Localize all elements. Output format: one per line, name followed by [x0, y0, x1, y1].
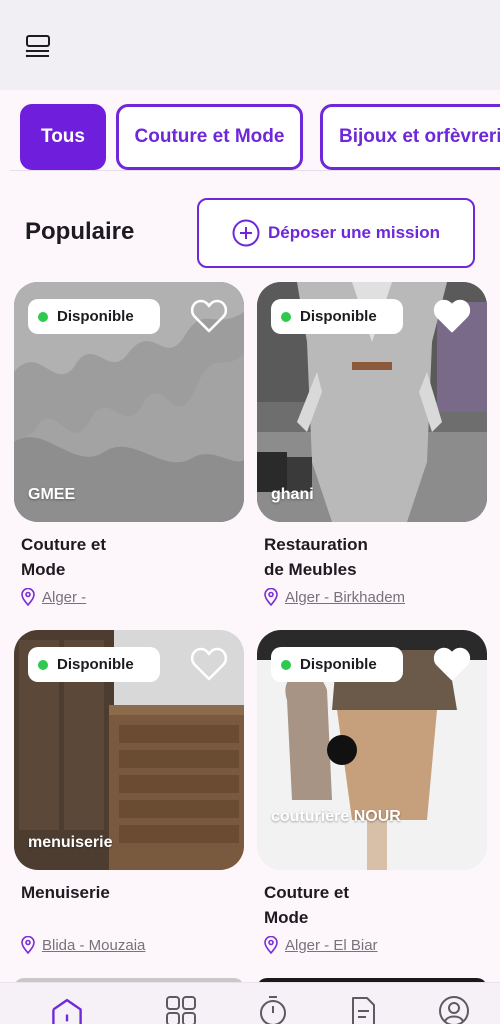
owner-name: ghani [271, 486, 314, 503]
available-dot-icon [281, 659, 291, 670]
heart-outline-icon[interactable] [190, 298, 228, 334]
location-text: Alger - El Biar [285, 936, 378, 954]
nav-document-icon[interactable] [346, 995, 380, 1024]
owner-name: GMEE [28, 486, 76, 503]
category-filter-bar: Tous Couture et Mode Bijoux et orfèvreri [0, 104, 500, 170]
artisan-card[interactable]: Disponible menuiserie Menuiserie Blida -… [14, 630, 244, 970]
location-text: Alger - Birkhadem [285, 588, 406, 606]
card-location[interactable]: Alger - El Biar [263, 936, 378, 954]
artisan-card[interactable]: Disponible ghani Restauration de Meubles… [257, 282, 487, 622]
post-mission-button[interactable]: Déposer une mission [197, 198, 475, 268]
location-pin-icon [21, 936, 35, 954]
status-badge: Disponible [28, 647, 160, 682]
status-label: Disponible [300, 656, 377, 673]
heart-filled-icon[interactable] [433, 646, 471, 682]
bottom-navigation [0, 982, 500, 1024]
nav-home-icon[interactable] [50, 995, 84, 1024]
card-image: Disponible couturière NOUR [257, 630, 487, 870]
location-pin-icon [264, 936, 278, 954]
owner-name: menuiserie [28, 834, 113, 851]
nav-timer-icon[interactable] [256, 995, 290, 1024]
owner-name: couturière NOUR [271, 808, 401, 825]
status-badge: Disponible [271, 299, 403, 334]
chip-bijoux-et-orfevrerie[interactable]: Bijoux et orfèvreri [320, 104, 500, 170]
post-mission-label: Déposer une mission [268, 223, 440, 242]
artisan-card[interactable]: Disponible GMEE Couture et Mode Alger - [14, 282, 244, 622]
card-title-line: de Meubles [264, 560, 357, 579]
card-title-line: Couture et [21, 535, 106, 554]
available-dot-icon [38, 659, 48, 670]
chip-couture-et-mode[interactable]: Couture et Mode [116, 104, 303, 170]
add-circle-icon [232, 219, 260, 247]
heart-filled-icon[interactable] [433, 298, 471, 334]
card-image: Disponible ghani [257, 282, 487, 522]
card-title: Couture et Mode [21, 532, 181, 582]
divider [10, 170, 500, 171]
location-text: Blida - Mouzaia [42, 936, 146, 954]
card-title-line: Couture et [264, 883, 349, 902]
menu-list-icon[interactable] [22, 31, 54, 63]
card-title-line: Restauration [264, 535, 368, 554]
card-image: Disponible GMEE [14, 282, 244, 522]
artisan-card[interactable]: Disponible couturière NOUR Couture et Mo… [257, 630, 487, 970]
section-title: Populaire [25, 218, 135, 245]
card-title-line: Mode [21, 560, 66, 579]
card-title-line: Menuiserie [21, 883, 110, 902]
heart-outline-icon[interactable] [190, 646, 228, 682]
location-text: Alger - [42, 588, 87, 606]
nav-grid-icon[interactable] [164, 995, 198, 1024]
card-title: Couture et Mode [264, 880, 424, 930]
card-title: Restauration de Meubles [264, 532, 424, 582]
location-pin-icon [264, 588, 278, 606]
top-app-bar [0, 0, 500, 90]
available-dot-icon [281, 311, 291, 322]
status-label: Disponible [57, 656, 134, 673]
status-badge: Disponible [28, 299, 160, 334]
card-title: Menuiserie [21, 880, 181, 905]
chip-tous[interactable]: Tous [20, 104, 106, 170]
card-location[interactable]: Alger - Birkhadem [263, 588, 405, 606]
card-location[interactable]: Alger - [20, 588, 86, 606]
nav-profile-icon[interactable] [437, 995, 471, 1024]
card-title-line: Mode [264, 908, 309, 927]
status-badge: Disponible [271, 647, 403, 682]
card-location[interactable]: Blida - Mouzaia [20, 936, 145, 954]
location-pin-icon [21, 588, 35, 606]
status-label: Disponible [300, 308, 377, 325]
status-label: Disponible [57, 308, 134, 325]
card-image: Disponible menuiserie [14, 630, 244, 870]
available-dot-icon [38, 311, 48, 322]
